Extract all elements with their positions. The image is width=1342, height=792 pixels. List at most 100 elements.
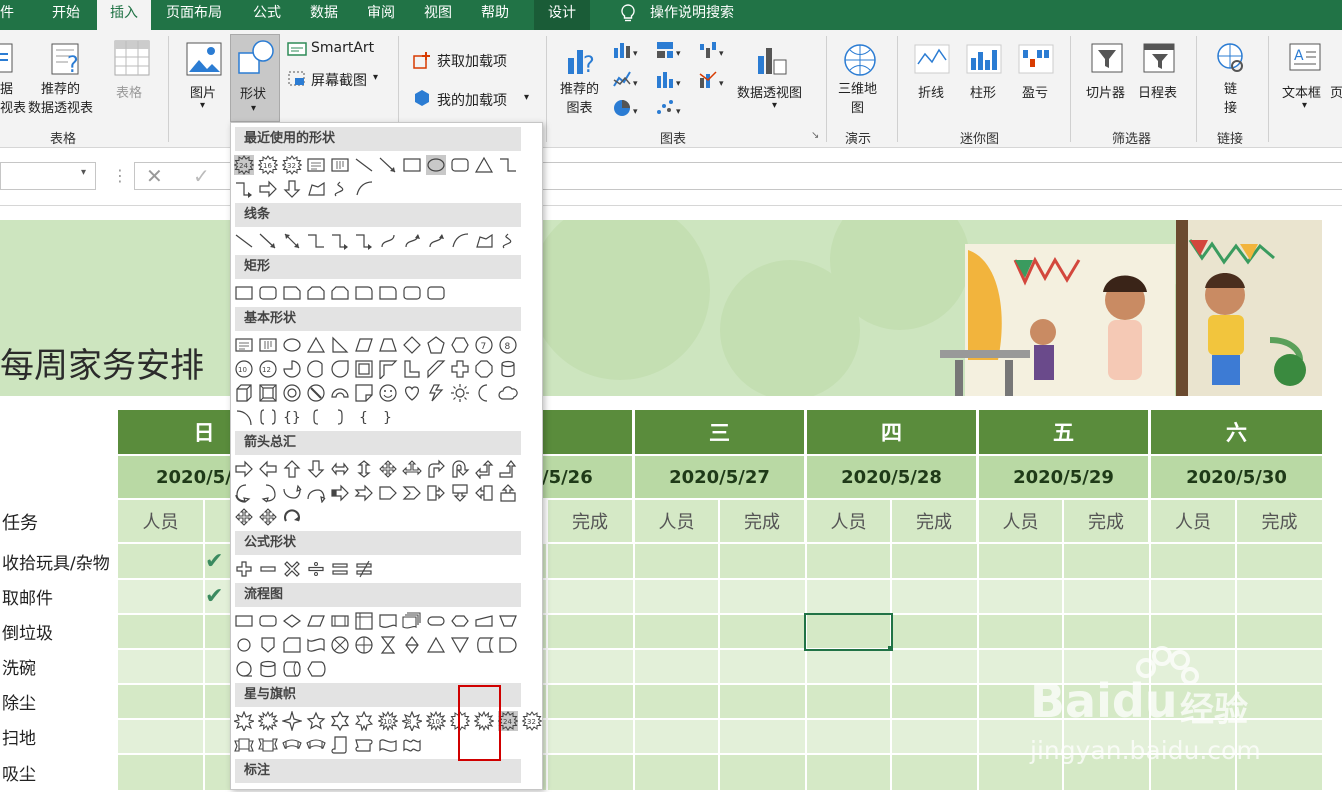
- bracepair-shape-icon[interactable]: {}: [282, 407, 302, 427]
- pivot-chart-icon[interactable]: [756, 42, 792, 82]
- curve-shape-icon[interactable]: [378, 231, 398, 251]
- star12-shape-icon[interactable]: [257, 710, 279, 732]
- ribbon-shape-icon[interactable]: [234, 735, 254, 755]
- directaccess-shape-icon[interactable]: [282, 659, 302, 679]
- star10-shape-icon[interactable]: 10: [377, 710, 399, 732]
- freeform-shape-icon[interactable]: [474, 231, 494, 251]
- my-addins-icon[interactable]: [412, 88, 432, 112]
- seqaccess-shape-icon[interactable]: [234, 659, 254, 679]
- pivot-table-icon[interactable]: [0, 42, 16, 80]
- notchedright-shape-icon[interactable]: [354, 483, 374, 503]
- person-header[interactable]: 人员: [979, 500, 1062, 542]
- task-label[interactable]: 倒垃圾: [0, 614, 118, 649]
- rarrow-shape-icon[interactable]: [234, 459, 254, 479]
- manualinput-shape-icon[interactable]: [474, 611, 494, 631]
- freeform-shape-icon[interactable]: [306, 179, 326, 199]
- timeline-icon[interactable]: [1142, 42, 1178, 80]
- lbracket-shape-icon[interactable]: [306, 407, 326, 427]
- star24-shape-icon[interactable]: 24: [497, 711, 519, 731]
- rbracket-shape-icon[interactable]: [330, 407, 350, 427]
- rtriangle-shape-icon[interactable]: [330, 335, 350, 355]
- curvedribbon-shape-icon[interactable]: [306, 735, 326, 755]
- round1-shape-icon[interactable]: [378, 283, 398, 303]
- terminator-shape-icon[interactable]: [426, 611, 446, 631]
- triangle-shape-icon[interactable]: [306, 335, 326, 355]
- line-shape-icon[interactable]: [354, 155, 374, 175]
- date-cell[interactable]: 2020/5/29: [979, 456, 1148, 498]
- textbox-shape-icon[interactable]: [306, 155, 326, 175]
- elbow-shape-icon[interactable]: [306, 231, 326, 251]
- tab-view[interactable]: 视图: [424, 0, 452, 30]
- day-header[interactable]: 六: [1151, 410, 1322, 454]
- donut-shape-icon[interactable]: [282, 383, 302, 403]
- octagon-shape-icon[interactable]: [474, 359, 494, 379]
- curvedup-shape-icon[interactable]: [282, 483, 302, 503]
- scribble-shape-icon[interactable]: [330, 179, 350, 199]
- sheet-title[interactable]: 每周家务安排: [0, 338, 204, 387]
- curvedleft-shape-icon[interactable]: [258, 483, 278, 503]
- star7-shape-icon[interactable]: [354, 710, 374, 732]
- recommended-pivot-icon[interactable]: ?: [50, 42, 84, 82]
- timeline-label[interactable]: 日程表: [1138, 82, 1177, 101]
- lrarrow-shape-icon[interactable]: [330, 459, 350, 479]
- sparkline-line-label[interactable]: 折线: [918, 82, 944, 101]
- circarrow-shape-icon[interactable]: [282, 507, 302, 527]
- rrect-shape-icon[interactable]: [402, 283, 422, 303]
- vtext-shape-icon[interactable]: [258, 335, 278, 355]
- checkmark-icon[interactable]: ✔: [205, 549, 223, 574]
- tab-review[interactable]: 审阅: [367, 0, 395, 30]
- collate-shape-icon[interactable]: [378, 635, 398, 655]
- divide-shape-icon[interactable]: [306, 559, 326, 579]
- worksheet[interactable]: 每周家务安排 日 二 三 四 五 六 2020/5/ /5/26 2020/5/…: [0, 206, 1342, 790]
- rbrace-shape-icon[interactable]: }: [378, 407, 398, 427]
- trapezoid-shape-icon[interactable]: [378, 335, 398, 355]
- uturn-shape-icon[interactable]: [450, 459, 470, 479]
- punchtape-shape-icon[interactable]: [306, 635, 326, 655]
- shapes-gallery-dropdown[interactable]: 最近使用的形状 24 16 32 线条 矩形 基本形状 7 8 10 12 {} {} 箭…: [230, 122, 543, 790]
- quadarrow-shape-icon[interactable]: [234, 507, 254, 527]
- sparkline-column-label[interactable]: 柱形: [970, 82, 996, 101]
- leftup-shape-icon[interactable]: [474, 459, 494, 480]
- parallelogram-shape-icon[interactable]: [354, 335, 374, 355]
- curveddown-shape-icon[interactable]: [306, 483, 326, 504]
- ucallout-shape-icon[interactable]: [498, 483, 518, 503]
- bevel-shape-icon[interactable]: [258, 383, 278, 403]
- arrowline-shape-icon[interactable]: [378, 155, 398, 175]
- curvearrow-shape-icon[interactable]: [402, 231, 422, 251]
- tab-home[interactable]: 开始: [52, 0, 80, 30]
- tab-formulas[interactable]: 公式: [253, 0, 281, 30]
- name-box[interactable]: ▾: [0, 162, 96, 190]
- rect-shape-icon[interactable]: [402, 155, 422, 175]
- smartart-icon[interactable]: [287, 40, 307, 62]
- date-cell[interactable]: 2020/5/30: [1151, 456, 1322, 498]
- display-shape-icon[interactable]: [306, 659, 326, 679]
- done-header[interactable]: 完成: [1237, 500, 1322, 542]
- star16-shape-icon[interactable]: 16: [257, 155, 279, 175]
- rcallout-shape-icon[interactable]: [426, 483, 446, 503]
- get-addins-icon[interactable]: [412, 50, 432, 74]
- star32-shape-icon[interactable]: 32: [281, 155, 303, 175]
- waterfall-chart-icon[interactable]: ▾: [698, 40, 728, 64]
- textbox-label[interactable]: 文本框: [1282, 82, 1321, 101]
- circlenum-shape-icon[interactable]: 7: [474, 335, 494, 355]
- combo-chart-icon[interactable]: ▾: [698, 70, 728, 94]
- chevron-shape-icon[interactable]: [402, 483, 422, 503]
- arcshape-shape-icon[interactable]: [234, 407, 254, 427]
- wave-shape-icon[interactable]: [378, 735, 398, 755]
- foldedcorner-shape-icon[interactable]: [354, 383, 374, 403]
- heart-shape-icon[interactable]: [402, 383, 422, 403]
- header-footer-label-partial[interactable]: 页: [1330, 82, 1342, 101]
- task-label[interactable]: 取邮件: [0, 579, 118, 614]
- star4-shape-icon[interactable]: [280, 709, 304, 733]
- dcallout-shape-icon[interactable]: [450, 483, 470, 503]
- recommended-charts-label[interactable]: 推荐的 图表: [560, 80, 599, 118]
- name-box-dropdown-icon[interactable]: ▾: [81, 167, 86, 178]
- cancel-icon[interactable]: ✕: [146, 164, 163, 188]
- slicer-icon[interactable]: [1090, 42, 1126, 80]
- star8-shape-icon[interactable]: [232, 710, 256, 733]
- triangle-shape-icon[interactable]: [474, 155, 494, 175]
- larrow-shape-icon[interactable]: [258, 459, 278, 479]
- recommended-charts-icon[interactable]: ?: [566, 42, 602, 82]
- pentarrow-shape-icon[interactable]: [378, 483, 398, 503]
- ellipse-shape-icon[interactable]: [426, 155, 446, 175]
